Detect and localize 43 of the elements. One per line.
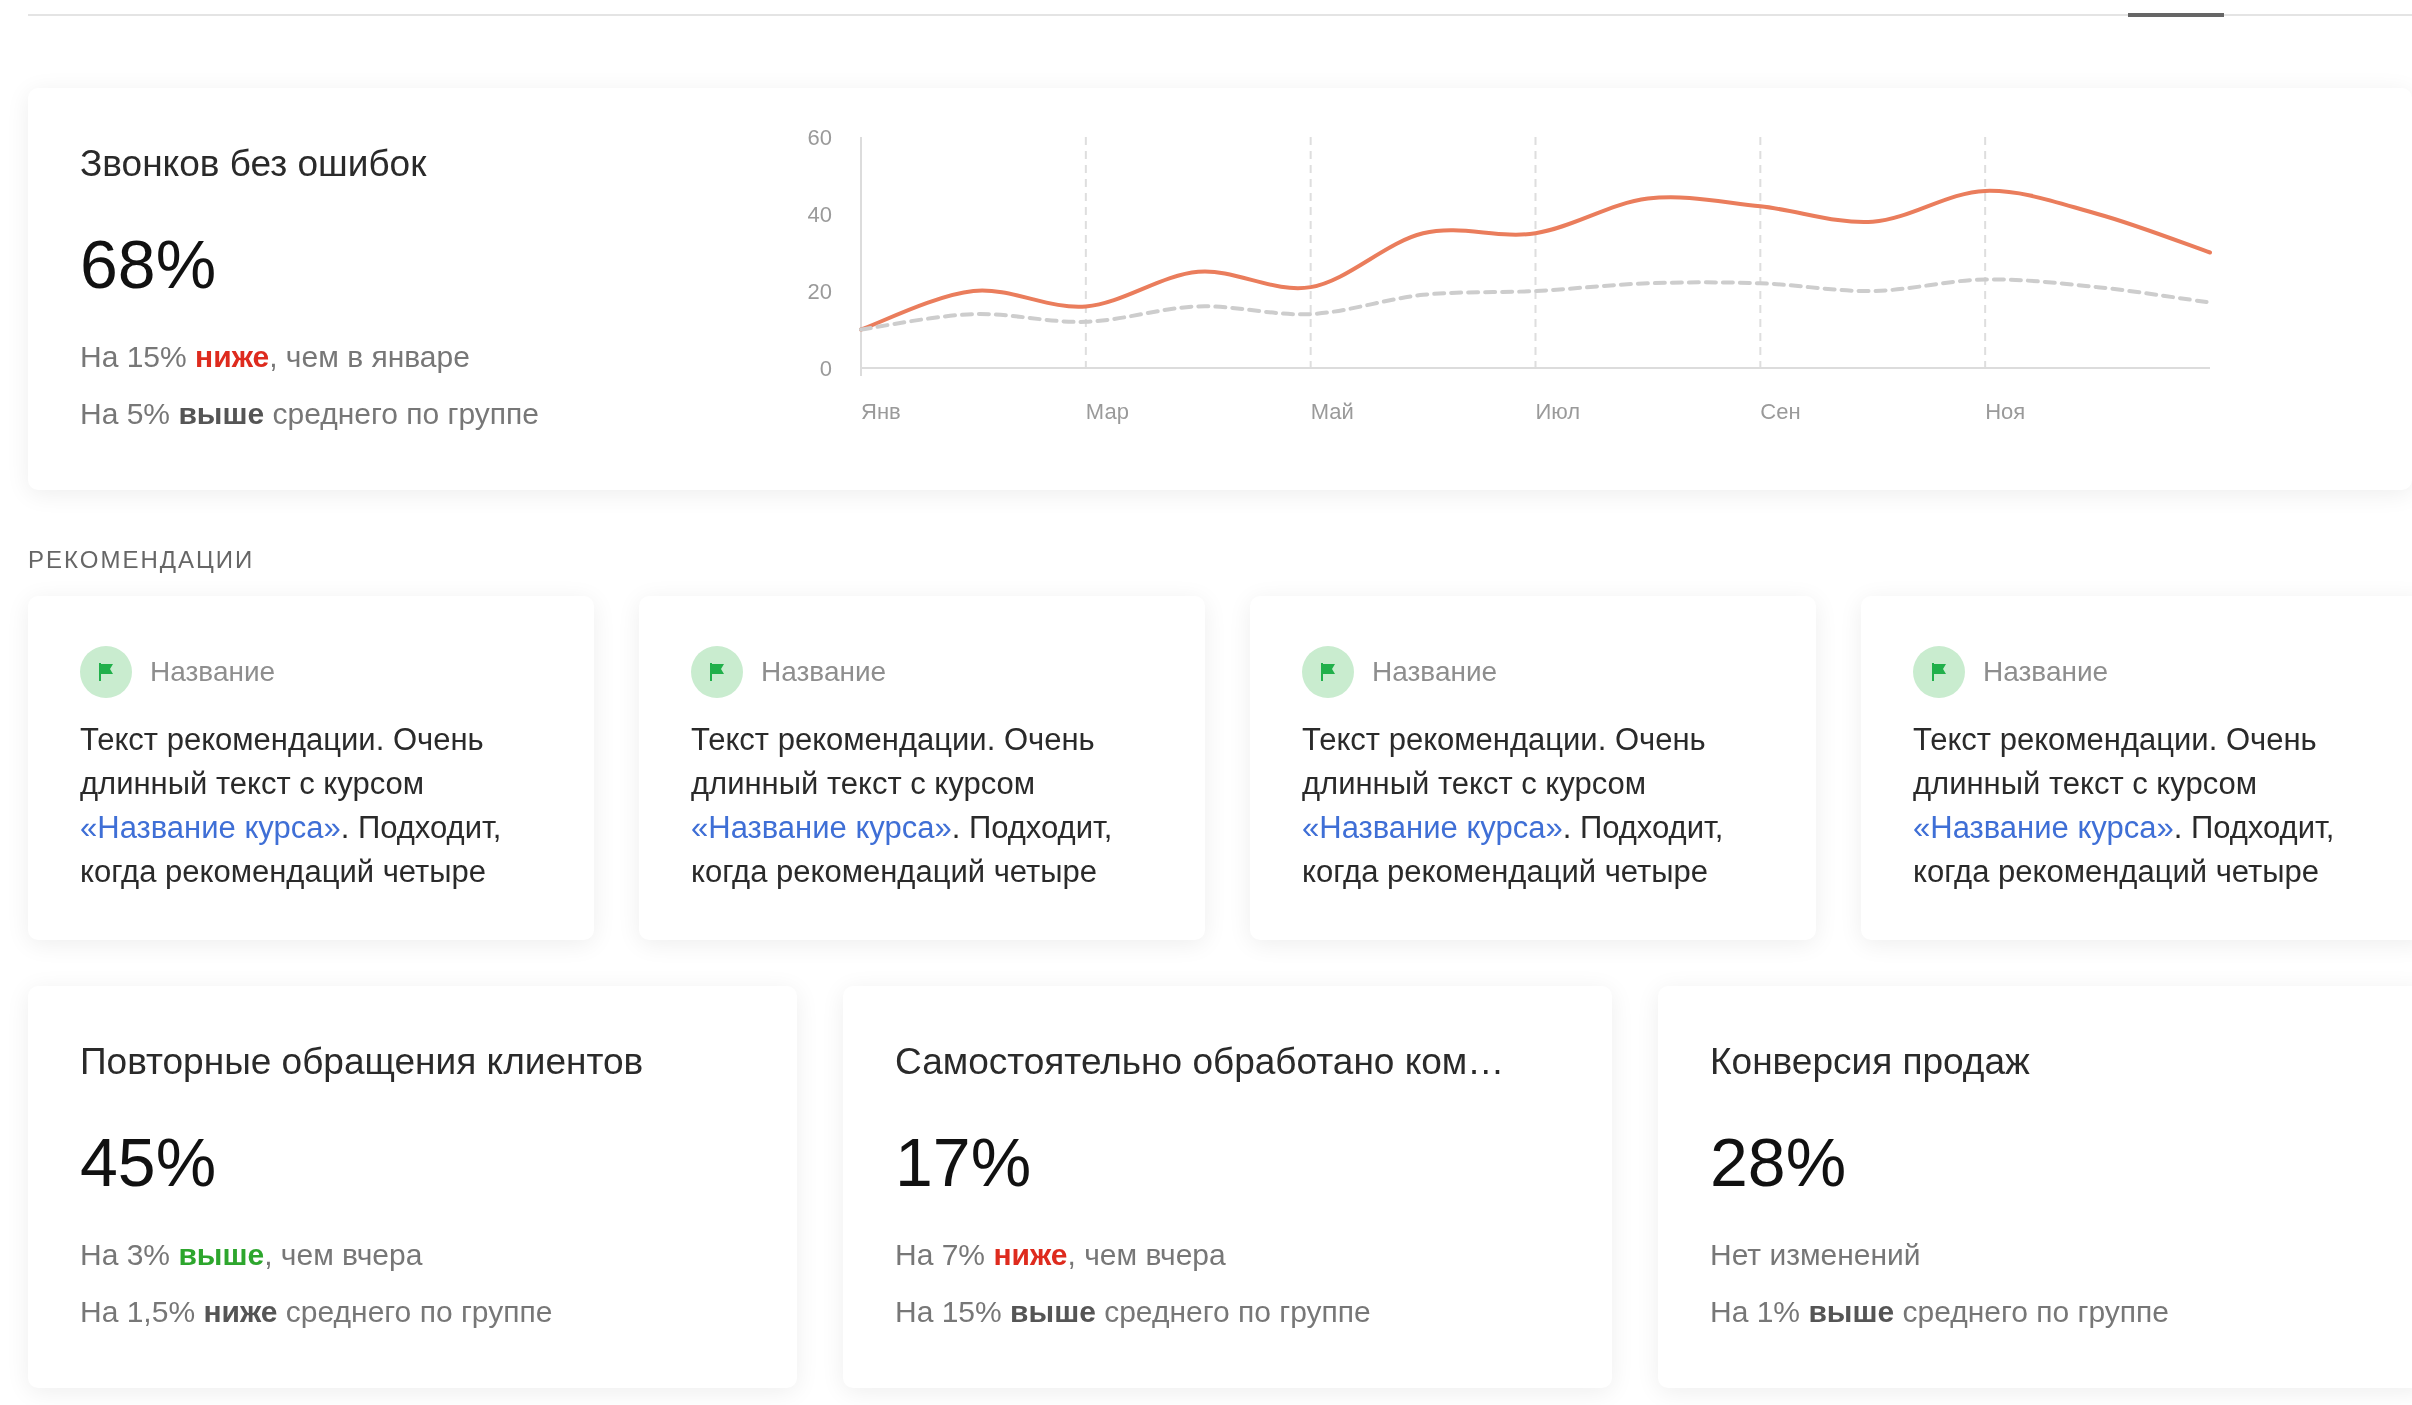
group-comparison-text: На 5% выше среднего по группе — [80, 396, 540, 432]
course-link[interactable]: «Название курса» — [1913, 810, 2174, 845]
recommendation-title: Название — [1372, 656, 1498, 688]
section-heading: РЕКОМЕНДАЦИИ — [28, 546, 255, 574]
x-axis-label: Май — [1310, 399, 1354, 424]
metric-title: Повторные обращения клиентов — [80, 1040, 645, 1084]
flag-icon — [1913, 646, 1965, 698]
x-axis-label: Июл — [1535, 399, 1581, 424]
metric-value: 45% — [80, 1123, 218, 1202]
recommendation-title: Название — [761, 656, 887, 688]
recommendation-text: Текст рекомендации. Очень длинный текст с курсом «Название курса». Подходит, когда рекомендаций четыре — [691, 721, 1114, 891]
recommendation-text: Текст рекомендации. Очень длинный текст с курсом «Название курса». Подходит, когда рекомендаций четыре — [80, 721, 503, 891]
metric-title: Звонков без ошибок — [80, 142, 428, 186]
metric-value: 68% — [80, 225, 218, 304]
recommendation-title: Название — [1983, 656, 2109, 688]
change-text: На 15% ниже, чем в январе — [80, 339, 471, 375]
x-axis-label: Сен — [1760, 399, 1801, 424]
flag-icon — [691, 646, 743, 698]
course-link[interactable]: «Название курса» — [691, 810, 952, 845]
metric-title: Конверсия продаж — [1710, 1040, 2031, 1084]
metric-title: Самостоятельно обработано ком… — [895, 1040, 1506, 1084]
y-axis-label: 40 — [807, 201, 832, 227]
group-comparison-text: На 15% выше среднего по группе — [895, 1294, 1372, 1330]
x-axis-label: Мар — [1085, 399, 1129, 424]
recommendation-title: Название — [150, 656, 276, 688]
course-link[interactable]: «Название курса» — [80, 810, 341, 845]
x-axis-label: Ноя — [1985, 399, 2026, 424]
change-text: На 7% ниже, чем вчера — [895, 1237, 1227, 1273]
y-axis-label: 60 — [807, 124, 832, 150]
y-axis-label: 0 — [819, 355, 832, 381]
metric-value: 17% — [895, 1123, 1033, 1202]
recommendation-text: Текст рекомендации. Очень длинный текст с курсом «Название курса». Подходит, когда рекомендаций четыре — [1302, 721, 1725, 891]
y-axis-label: 20 — [807, 278, 832, 304]
recommendation-text: Текст рекомендации. Очень длинный текст с курсом «Название курса». Подходит, когда рекомендаций четыре — [1913, 721, 2336, 891]
change-text: Нет изменений — [1710, 1237, 1922, 1273]
change-text: На 3% выше, чем вчера — [80, 1237, 424, 1273]
x-axis-label: Янв — [861, 399, 901, 424]
flag-icon — [80, 646, 132, 698]
metric-value: 28% — [1710, 1123, 1848, 1202]
course-link[interactable]: «Название курса» — [1302, 810, 1563, 845]
group-comparison-text: На 1,5% ниже среднего по группе — [80, 1294, 554, 1330]
group-comparison-text: На 1% выше среднего по группе — [1710, 1294, 2170, 1330]
flag-icon — [1302, 646, 1354, 698]
